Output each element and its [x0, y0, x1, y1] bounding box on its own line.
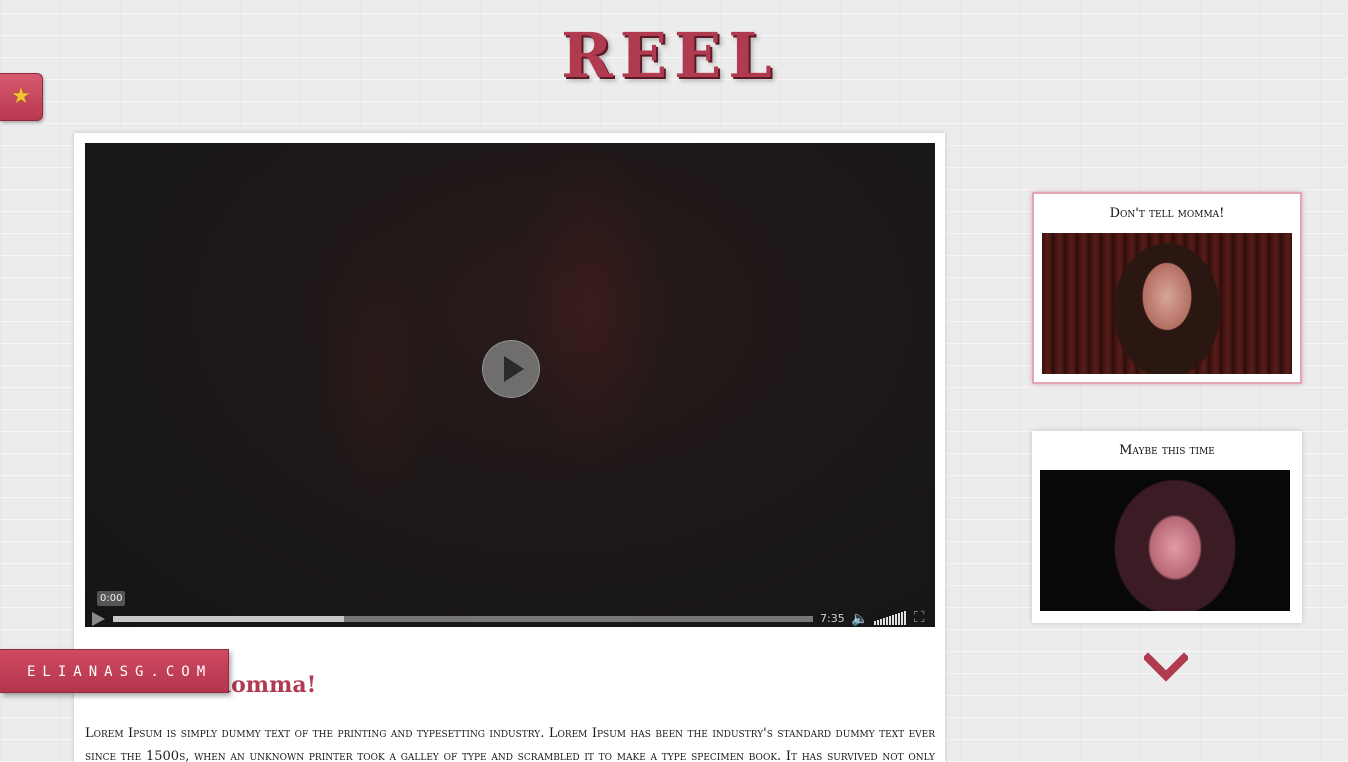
playlist-item[interactable]: Don't tell momma! — [1032, 192, 1302, 384]
progress-bar[interactable] — [113, 616, 813, 622]
video-controls: 0:00 7:35 🔈 ⛶ — [85, 591, 935, 627]
video-description: Lorem Ipsum is simply dummy text of the … — [85, 726, 935, 762]
video-frame-glow — [515, 143, 665, 473]
volume-icon[interactable]: 🔈 — [851, 611, 869, 627]
volume-slider[interactable] — [874, 611, 908, 625]
video-thumbnail[interactable] — [1040, 470, 1290, 611]
play-icon[interactable] — [92, 612, 105, 626]
fullscreen-icon[interactable]: ⛶ — [914, 610, 929, 625]
video-player[interactable]: 0:00 7:35 🔈 ⛶ — [85, 143, 935, 627]
current-time-tooltip: 0:00 — [97, 591, 126, 606]
play-button[interactable] — [482, 340, 540, 398]
video-frame-glow — [315, 233, 435, 533]
favorite-tab[interactable]: ★ — [0, 73, 43, 121]
chevron-down-icon[interactable] — [1144, 652, 1188, 682]
brand-tab[interactable]: ELIANASG.COM — [0, 649, 229, 693]
page-title: REEL — [561, 19, 779, 92]
duration-label: 7:35 — [820, 612, 845, 625]
video-thumbnail[interactable] — [1042, 233, 1292, 374]
progress-buffer — [113, 616, 344, 622]
playlist-item-title: Maybe this time — [1119, 443, 1215, 458]
star-icon: ★ — [11, 84, 31, 109]
playlist-item-title: Don't tell momma! — [1109, 206, 1225, 221]
playlist-item[interactable]: Maybe this time — [1032, 431, 1302, 623]
